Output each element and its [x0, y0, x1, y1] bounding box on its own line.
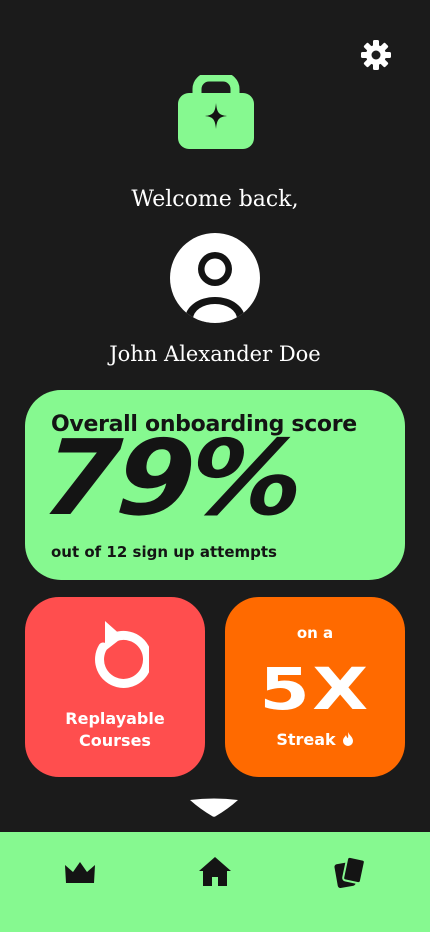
nav-item-cards[interactable]: [332, 854, 368, 890]
crown-icon: [65, 862, 95, 883]
cards-icon: [334, 855, 366, 888]
streak-label-row: Streak: [225, 730, 405, 749]
gear-icon: [361, 40, 391, 70]
scroll-down-button[interactable]: [188, 797, 240, 819]
chevron-down-icon: [190, 798, 238, 817]
welcome-greeting: Welcome back,: [131, 187, 299, 212]
score-subtitle: out of 12 sign up attempts: [51, 543, 277, 561]
bottom-nav: [0, 832, 430, 932]
nav-item-home[interactable]: [197, 854, 233, 890]
replayable-courses-button[interactable]: Replayable Courses: [25, 597, 205, 777]
user-name: John Alexander Doe: [109, 342, 321, 366]
user-avatar-icon: [170, 233, 260, 323]
streak-card: on a 5X Streak: [225, 597, 405, 777]
replayable-courses-label: Replayable Courses: [65, 709, 165, 750]
settings-button[interactable]: [360, 39, 392, 71]
flame-icon: [342, 732, 353, 746]
briefcase-sparkle-icon: [178, 72, 254, 149]
app-logo: [177, 72, 255, 151]
onboarding-score-card: Overall onboarding score 79% out of 12 s…: [25, 390, 405, 580]
avatar[interactable]: [170, 233, 260, 323]
streak-prefix: on a: [296, 624, 334, 642]
streak-label: Streak: [276, 730, 336, 749]
streak-value: 5X: [259, 655, 371, 723]
replay-icon: [95, 621, 149, 688]
home-icon: [199, 857, 231, 886]
nav-item-leaderboard[interactable]: [62, 854, 98, 890]
score-value: 79%: [38, 417, 304, 539]
